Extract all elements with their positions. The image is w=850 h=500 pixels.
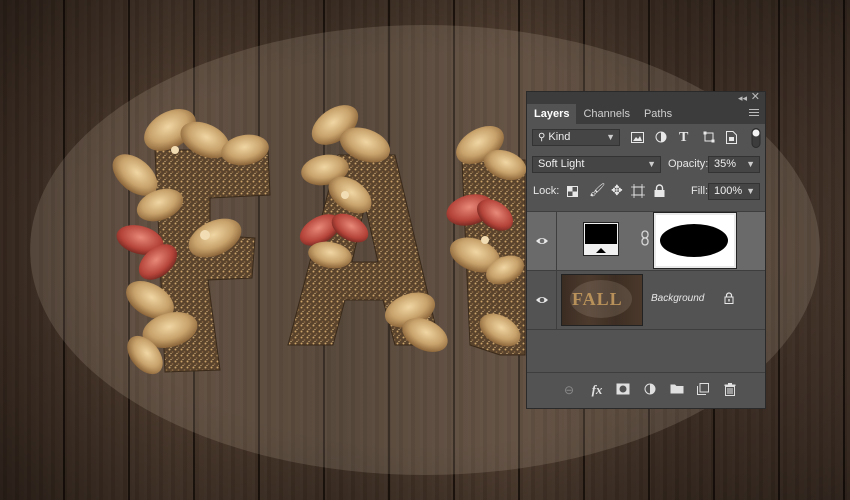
eye-icon[interactable] [535, 293, 549, 307]
opacity-field[interactable]: 35% ▼ [708, 156, 760, 173]
eye-icon[interactable] [535, 234, 549, 248]
search-icon: ⚲ [538, 132, 546, 143]
panel-tabs: Layers Channels Paths [527, 104, 765, 124]
filter-toggle[interactable] [751, 128, 761, 148]
layers-panel: ◂◂ ✕ Layers Channels Paths ⚲ Kind ▼ T So… [526, 91, 766, 409]
smart-object-filter-icon[interactable] [726, 131, 737, 144]
thumbnail-text: FALL [572, 289, 623, 309]
lock-label: Lock: [533, 185, 560, 197]
lock-row: Lock: 🖌 ✥ Fill: 100% ▼ [527, 178, 765, 205]
collapse-icon[interactable]: ◂◂ [738, 92, 747, 104]
opacity-value: 35% [714, 158, 737, 170]
chevron-down-icon: ▼ [606, 132, 615, 142]
layer-name[interactable]: Background [651, 293, 704, 304]
lock-all-icon[interactable] [654, 184, 665, 197]
adjustment-filter-icon[interactable] [655, 131, 667, 143]
mask-link-icon[interactable] [640, 230, 650, 246]
blend-mode-value: Soft Light [538, 158, 585, 170]
fill-field[interactable]: 100% ▼ [708, 183, 760, 200]
fill-value: 100% [714, 185, 743, 197]
chevron-down-icon: ▼ [746, 186, 755, 196]
lock-position-icon[interactable]: ✥ [611, 182, 623, 199]
new-adjustment-layer-icon[interactable] [644, 383, 660, 397]
new-layer-icon[interactable] [697, 383, 713, 397]
lock-transparent-pixels-icon[interactable] [567, 186, 578, 197]
panel-titlebar: ◂◂ ✕ [527, 91, 765, 104]
shape-filter-icon[interactable] [703, 131, 715, 143]
panel-menu-icon[interactable] [749, 109, 759, 118]
image-filter-icon[interactable] [631, 132, 644, 143]
layer-lock-icon [724, 292, 734, 304]
layer-row-background[interactable]: FALL Background [527, 270, 765, 330]
filter-row: ⚲ Kind ▼ T [527, 124, 765, 151]
filter-kind-dropdown[interactable]: ⚲ Kind ▼ [532, 129, 620, 146]
add-mask-icon[interactable] [616, 383, 632, 397]
lock-artboard-icon[interactable] [631, 184, 645, 198]
chevron-down-icon: ▼ [746, 159, 755, 169]
tab-paths[interactable]: Paths [637, 104, 679, 124]
fill-label: Fill: [691, 185, 709, 197]
visibility-column-divider [556, 212, 557, 270]
new-group-icon[interactable] [670, 383, 686, 397]
layers-footer: ⊖ fx [527, 372, 765, 407]
lock-image-pixels-icon[interactable]: 🖌 [589, 182, 606, 198]
tab-layers[interactable]: Layers [527, 104, 577, 124]
tab-channels[interactable]: Channels [576, 104, 636, 124]
layer-mask-thumbnail[interactable] [654, 213, 736, 268]
visibility-column-divider [556, 271, 557, 329]
filter-kind-label: Kind [548, 131, 571, 143]
close-icon[interactable]: ✕ [751, 91, 760, 103]
layer-row-mask[interactable] [527, 211, 765, 270]
delete-layer-icon[interactable] [724, 383, 740, 397]
blend-row: Soft Light ▼ Opacity: 35% ▼ [527, 151, 765, 178]
layer-thumbnail [583, 222, 619, 256]
link-layers-icon[interactable]: ⊖ [561, 383, 577, 397]
opacity-label: Opacity: [668, 158, 709, 170]
chevron-down-icon: ▼ [647, 159, 656, 169]
type-filter-icon[interactable]: T [679, 130, 688, 146]
blend-mode-dropdown[interactable]: Soft Light ▼ [532, 156, 661, 173]
layer-style-fx-icon[interactable]: fx [589, 383, 605, 397]
background-thumbnail: FALL [561, 274, 643, 326]
